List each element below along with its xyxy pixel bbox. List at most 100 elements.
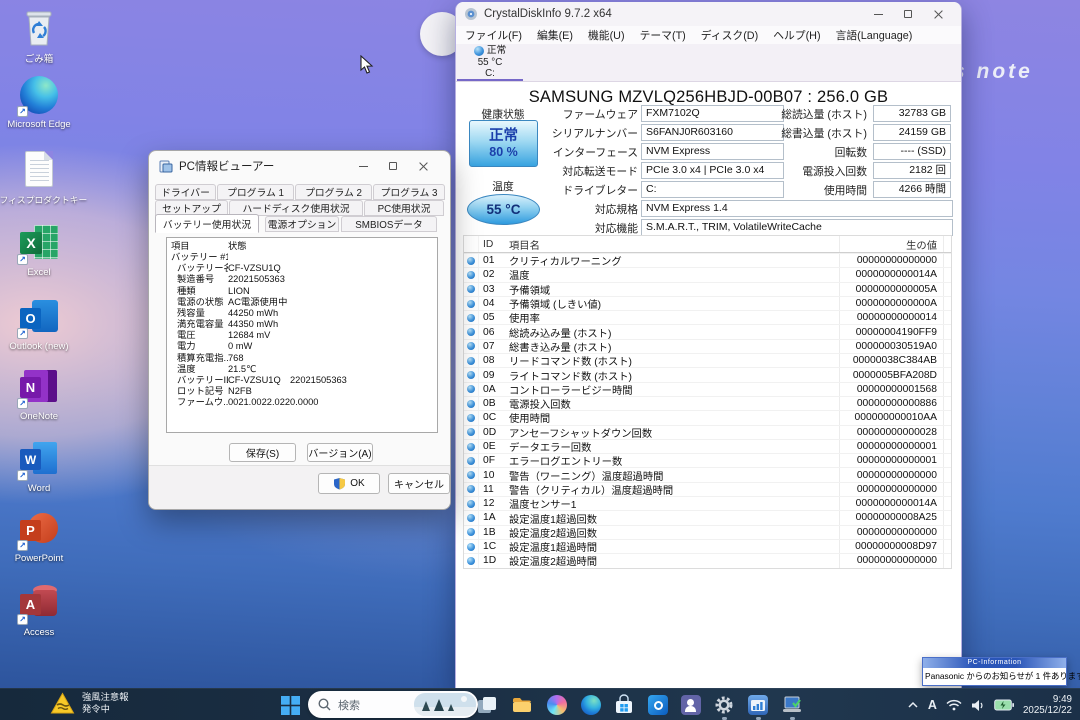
minimize-button[interactable] [348,156,378,176]
menu-item[interactable]: 機能(U) [588,27,625,43]
smart-table-row[interactable]: 05 使用率 00000000000014 [464,310,951,324]
tab-power-options[interactable]: 電源オプション [265,216,339,232]
attribute-status-good-icon [464,426,479,439]
smart-table-row[interactable]: 12 温度センサー1 0000000000014A [464,496,951,510]
outlook-icon [648,695,668,715]
smart-table-row[interactable]: 1D 設定温度2超過時間 00000000000000 [464,553,951,567]
temperature-label: 温度 [468,178,538,194]
smart-table-row[interactable]: 1C 設定温度1超過時間 00000000008D97 [464,539,951,553]
health-status-box[interactable]: 正常 80 % [469,120,538,167]
tab-pc-usage[interactable]: PC使用状況 [364,200,444,216]
tab-program1[interactable]: プログラム 1 [217,184,294,200]
desktop-icon-office-product-key[interactable]: オフィスプロダクトキー [0,148,78,206]
info-field-row: 総読込量 (ホスト) 32783 GB [736,105,953,122]
desktop-icon-onenote[interactable]: N OneNote [0,366,78,422]
smart-table-row[interactable]: 10 警告（ワーニング）温度超過時間 00000000000000 [464,467,951,481]
smart-table-row[interactable]: 1B 設定温度2超過回数 00000000000000 [464,525,951,539]
shortcut-arrow-icon [17,398,28,409]
smart-table-row[interactable]: 0C 使用時間 000000000010AA [464,410,951,424]
search-input[interactable]: 検索 [308,691,478,718]
tab-smbios-data[interactable]: SMBIOSデータ [341,216,437,232]
smart-table-row[interactable]: 08 リードコマンド数 (ホスト) 00000038C384AB [464,353,951,367]
smart-table-row[interactable]: 04 予備領域 (しきい値) 0000000000000A [464,296,951,310]
smart-table-row[interactable]: 0D アンセーフシャットダウン回数 00000000000028 [464,425,951,439]
tab-program3[interactable]: プログラム 3 [373,184,445,200]
save-button[interactable]: 保存(S) [229,443,296,462]
smart-table-row[interactable]: 01 クリティカルワーニング 00000000000000 [464,253,951,267]
search-highlight-image[interactable] [414,693,476,716]
menu-item[interactable]: 編集(E) [537,27,573,43]
pc-information-popup[interactable]: PC-Information Panasonic からのお知らせが 1 件ありま… [922,657,1067,686]
powerpoint-icon: P [18,508,60,550]
smart-table-row[interactable]: 06 総読み込み量 (ホスト) 00000004190FF9 [464,324,951,338]
pc-info-viewer-app-icon [159,159,173,173]
crystaldiskinfo-titlebar[interactable]: CrystalDiskInfo 9.7.2 x64 [456,2,961,26]
smart-table-header: ID 項目名 生の値 [464,236,951,253]
outlook-button[interactable] [646,693,670,717]
desktop-icon-microsoft-edge[interactable]: Microsoft Edge [0,74,78,130]
maximize-button[interactable] [893,4,923,24]
crystaldiskinfo-taskbar-button[interactable] [746,693,770,717]
settings-button[interactable] [712,693,736,717]
version-button[interactable]: バージョン(A) [307,443,373,462]
smart-table-row[interactable]: 11 警告（クリティカル）温度超過時間 00000000000000 [464,482,951,496]
pc-info-viewer-titlebar[interactable]: PC情報ビューアー [149,151,450,181]
smart-table-row[interactable]: 0B 電源投入回数 00000000000886 [464,396,951,410]
start-button[interactable] [281,696,300,715]
volume-icon[interactable] [971,699,985,712]
weather-alert-line1: 強風注意報 [82,692,129,704]
smart-table-row[interactable]: 1A 設定温度1超過回数 00000000008A25 [464,510,951,524]
shortcut-arrow-icon [17,106,28,117]
close-button[interactable] [923,4,953,24]
copilot-button[interactable] [545,693,569,717]
menu-item[interactable]: 言語(Language) [836,27,913,43]
attribute-status-good-icon [464,354,479,367]
ok-button[interactable]: OK [318,473,380,494]
tray-chevron-up-icon[interactable] [907,700,919,710]
maximize-button[interactable] [378,156,408,176]
desktop-icon-recycle-bin[interactable]: ごみ箱 [0,6,78,65]
temperature-box[interactable]: 55 °C [467,194,540,225]
smart-table-row[interactable]: 03 予備領域 0000000000005A [464,282,951,296]
battery-status-list[interactable]: 項目 状態 バッテリー #1 バッテリー名 CF-VZSU1Q 製造番号 220… [166,237,438,433]
smart-table-row[interactable]: 07 総書き込み量 (ホスト) 000000030519A0 [464,339,951,353]
pc-info-viewer-icon [781,694,803,716]
desktop-icon-word[interactable]: W Word [0,438,78,494]
desktop-icon-access[interactable]: A Access [0,582,78,638]
info-field-value: 4266 時間 [873,181,951,198]
drive-tab-c[interactable]: 正常 55 °C C: [458,45,522,80]
desktop-icon-powerpoint[interactable]: P PowerPoint [0,508,78,564]
crystaldiskinfo-icon [748,695,768,715]
info-field-value: ---- (SSD) [873,143,951,160]
cancel-button[interactable]: キャンセル [388,473,450,494]
close-button[interactable] [408,156,438,176]
smart-table-row[interactable]: 0E データエラー回数 00000000000001 [464,439,951,453]
menu-item[interactable]: ファイル(F) [465,27,522,43]
minimize-button[interactable] [863,4,893,24]
weather-widget[interactable]: 強風注意報 発令中 [50,692,129,715]
clock[interactable]: 9:49 2025/12/22 [1023,694,1072,717]
tab-battery-usage[interactable]: バッテリー使用状況 [155,214,259,233]
wifi-icon[interactable] [946,699,962,711]
battery-charging-icon[interactable] [994,699,1014,711]
task-view-button[interactable] [475,693,499,717]
teams-button[interactable] [679,693,703,717]
microsoft-store-button[interactable] [612,693,636,717]
desktop-icon-outlook[interactable]: O Outlook (new) [0,296,78,352]
onenote-icon: N [18,366,60,408]
smart-table-row[interactable]: 02 温度 0000000000014A [464,267,951,281]
ime-indicator[interactable]: A [928,698,937,712]
file-explorer-button[interactable] [510,693,534,717]
desktop-icon-excel[interactable]: X Excel [0,222,78,278]
tab-driver[interactable]: ドライバー [155,184,216,200]
edge-button[interactable] [579,693,603,717]
smart-table-row[interactable]: 09 ライトコマンド数 (ホスト) 0000005BFA208D [464,367,951,381]
menu-item[interactable]: ヘルプ(H) [773,27,820,43]
tab-program2[interactable]: プログラム 2 [295,184,372,200]
smart-table-row[interactable]: 0A コントローラービジー時間 00000000001568 [464,382,951,396]
windows-logo-icon [281,696,300,715]
smart-table-row[interactable]: 0F エラーログエントリー数 00000000000001 [464,453,951,467]
menu-item[interactable]: テーマ(T) [640,27,686,43]
pc-info-viewer-taskbar-button[interactable] [780,693,804,717]
menu-item[interactable]: ディスク(D) [701,27,758,43]
